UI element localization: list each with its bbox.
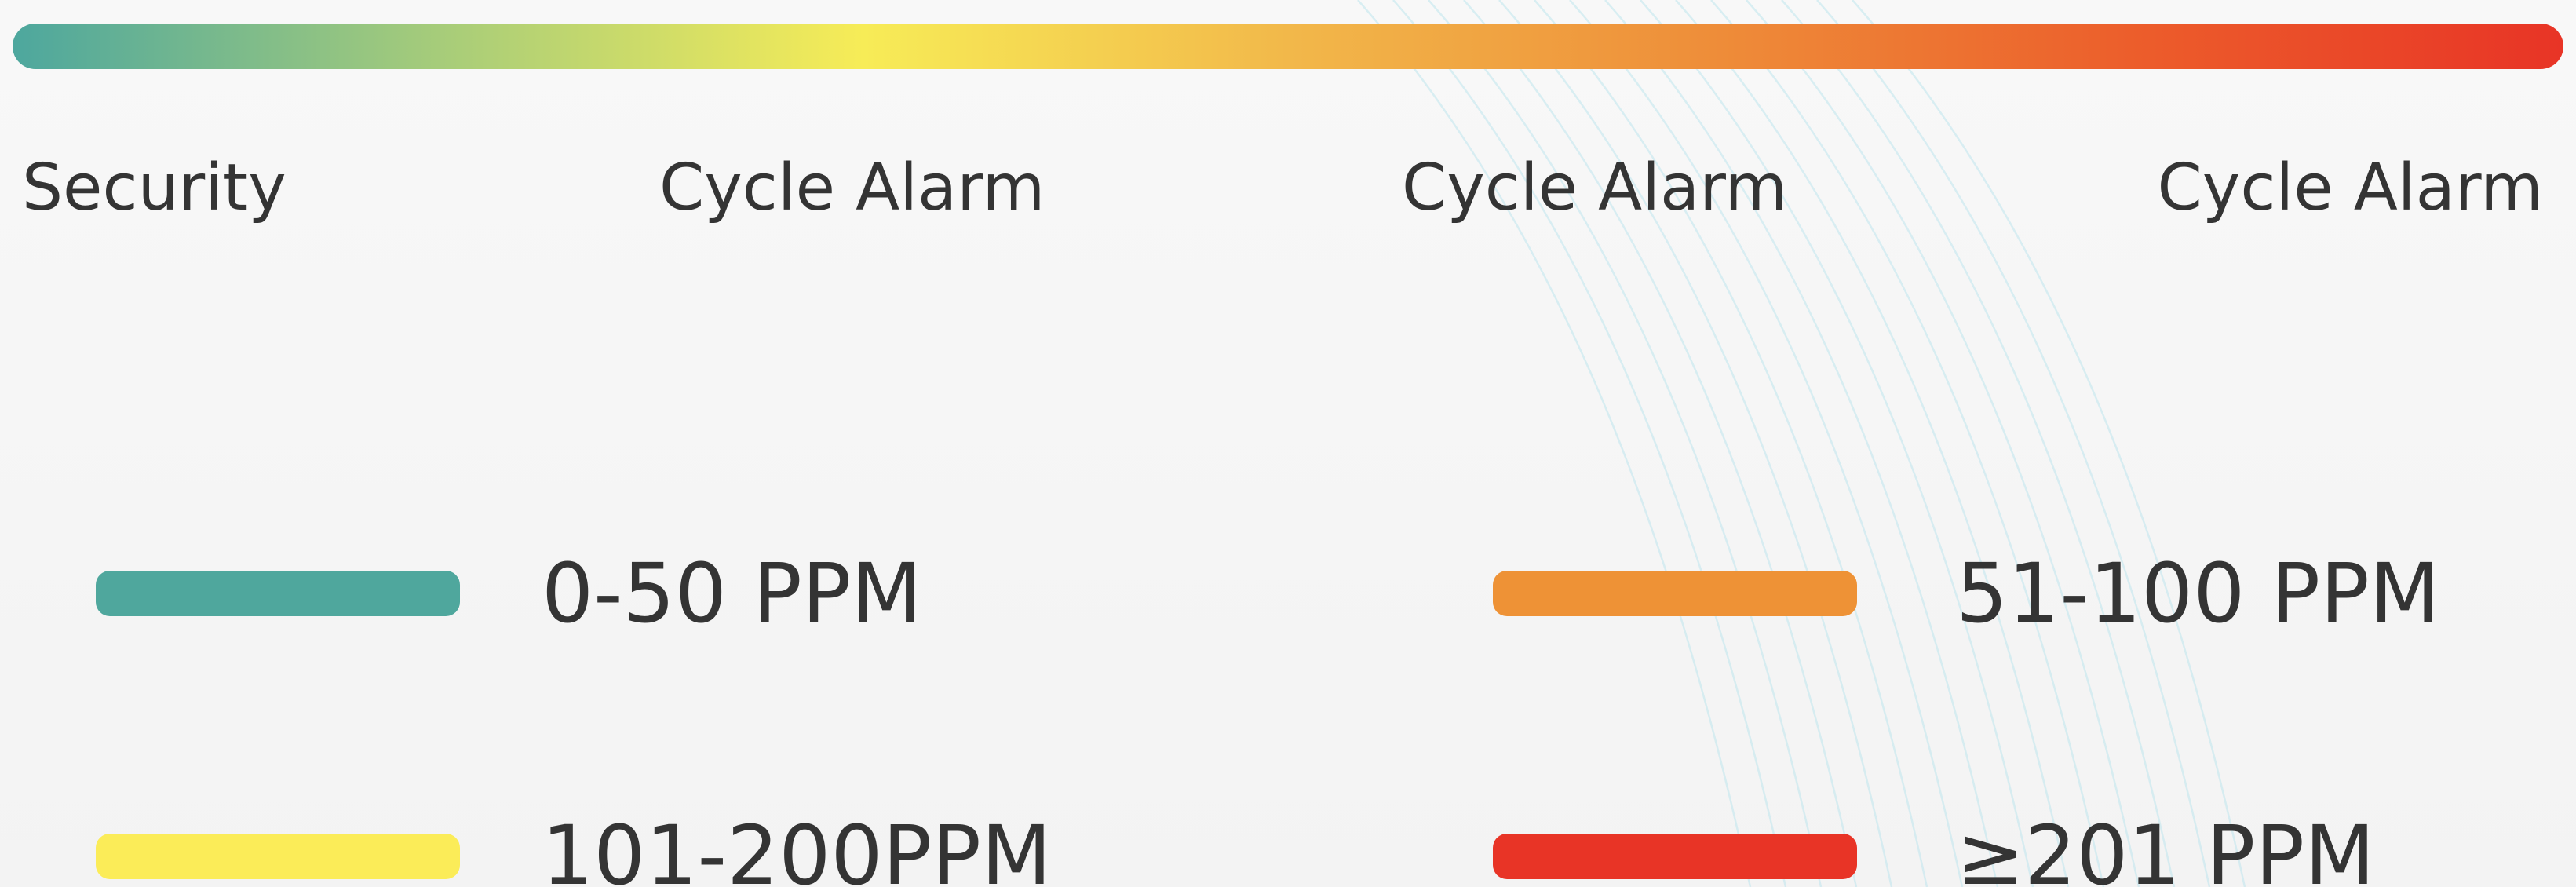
scale-label-cycle-alarm-3: Cycle Alarm <box>2157 151 2543 225</box>
ppm-legend-screen: Security Cycle Alarm Cycle Alarm Cycle A… <box>0 0 2576 887</box>
legend-label-201-plus: ≥201 PPM <box>1956 808 2375 887</box>
legend-label-51-100: 51-100 PPM <box>1956 546 2440 641</box>
scale-label-cycle-alarm-1: Cycle Alarm <box>659 151 1045 225</box>
legend-label-101-200: 101-200PPM <box>542 808 1052 887</box>
legend-label-0-50: 0-50 PPM <box>542 546 922 641</box>
background-wave-lines <box>1357 0 2246 887</box>
legend-swatch-101-200 <box>96 834 460 879</box>
ppm-gradient-scale-bar <box>13 24 2563 69</box>
legend-swatch-0-50 <box>96 571 460 616</box>
scale-label-cycle-alarm-2: Cycle Alarm <box>1402 151 1788 225</box>
scale-label-security: Security <box>22 151 286 225</box>
legend-swatch-51-100 <box>1493 571 1857 616</box>
legend-swatch-201-plus <box>1493 834 1857 879</box>
